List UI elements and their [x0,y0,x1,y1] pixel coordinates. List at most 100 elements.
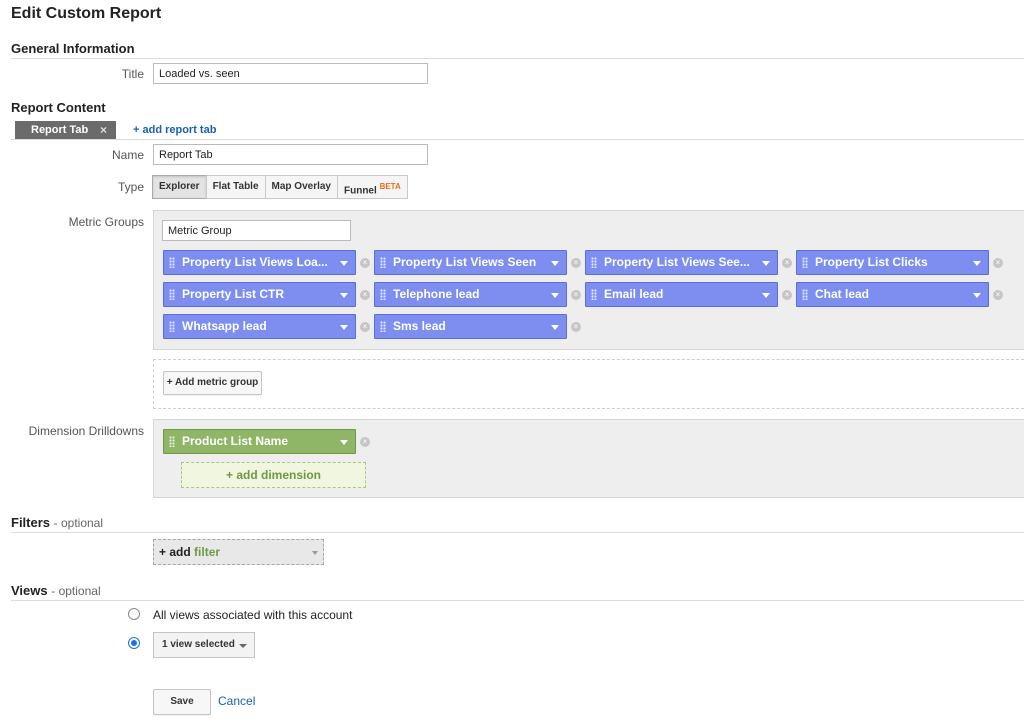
add-report-tab-link[interactable]: + add report tab [133,124,216,136]
drag-handle-icon[interactable] [169,321,175,332]
drag-handle-icon[interactable] [169,289,175,300]
chevron-down-icon[interactable] [551,261,559,266]
remove-metric-icon[interactable]: × [360,290,370,300]
chevron-down-icon [312,551,318,555]
type-funnel-button[interactable]: Funnel BETA [337,175,408,199]
metric-chip[interactable]: Property List Views Seen [374,250,567,275]
metric-label: Chat lead [815,287,870,301]
chevron-down-icon[interactable] [973,261,981,266]
type-map-overlay-button[interactable]: Map Overlay [264,175,338,199]
remove-metric-icon[interactable]: × [993,258,1003,268]
radio-all-views[interactable] [128,608,140,620]
name-label: Name [111,148,144,162]
divider [11,58,1024,59]
tab-name-input[interactable] [153,144,428,165]
close-icon[interactable]: × [100,121,107,140]
divider [11,600,1024,601]
optional-label: - optional [51,584,101,598]
radio-selected-views[interactable] [128,637,140,649]
drag-handle-icon[interactable] [380,321,386,332]
chevron-down-icon[interactable] [340,325,348,330]
metric-chip[interactable]: Property List Views See... [585,250,778,275]
remove-metric-icon[interactable]: × [571,290,581,300]
add-dimension-button[interactable]: + add dimension [181,462,366,488]
tab-label: Report Tab [31,124,89,136]
report-type-selector: Explorer Flat Table Map Overlay Funnel B… [152,175,408,199]
metric-label: Property List Views See... [604,255,750,269]
tab-report-tab[interactable]: Report Tab × [15,121,116,140]
drag-handle-icon[interactable] [591,257,597,268]
drag-handle-icon[interactable] [380,289,386,300]
views-heading: Views - optional [11,583,101,598]
metric-label: Telephone lead [393,287,480,301]
add-filter-dropdown[interactable]: + add filter [153,539,324,565]
type-label: Type [117,180,144,194]
cancel-link[interactable]: Cancel [218,694,255,708]
metric-label: Whatsapp lead [182,319,267,333]
report-content-heading: Report Content [11,100,106,115]
chevron-down-icon [239,644,247,648]
filters-heading: Filters - optional [11,515,103,530]
metric-label: Property List CTR [182,287,285,301]
remove-dimension-icon[interactable]: × [360,437,370,447]
beta-badge: BETA [379,182,401,191]
view-selector-label: 1 view selected [162,639,235,650]
drag-handle-icon[interactable] [802,257,808,268]
optional-label: - optional [53,516,104,530]
metric-label: Property List Views Seen [393,255,537,269]
metric-chip[interactable]: Email lead [585,282,778,307]
remove-metric-icon[interactable]: × [571,258,581,268]
chevron-down-icon[interactable] [340,293,348,298]
view-selector-dropdown[interactable]: 1 view selected [153,632,255,658]
dimension-drilldowns-label: Dimension Drilldowns [28,424,144,438]
dimension-chip[interactable]: Product List Name [163,429,356,454]
remove-metric-icon[interactable]: × [571,322,581,332]
remove-metric-icon[interactable]: × [993,290,1003,300]
add-filter-prefix: + add [159,545,191,559]
drag-handle-icon[interactable] [169,257,175,268]
type-explorer-button[interactable]: Explorer [152,175,207,199]
metric-chip[interactable]: Property List CTR [163,282,356,307]
chevron-down-icon[interactable] [551,293,559,298]
title-input[interactable] [153,63,428,84]
add-metric-group-button[interactable]: + Add metric group [163,371,262,395]
chevron-down-icon[interactable] [762,293,770,298]
metric-groups-label: Metric Groups [68,215,144,229]
metric-chip[interactable]: Property List Views Loa... [163,250,356,275]
type-flat-table-button[interactable]: Flat Table [205,175,266,199]
metric-label: Email lead [604,287,664,301]
metric-label: Sms lead [393,319,446,333]
title-label: Title [121,67,144,81]
metric-chip[interactable]: Sms lead [374,314,567,339]
drag-handle-icon[interactable] [802,289,808,300]
drag-handle-icon[interactable] [591,289,597,300]
views-title: Views [11,583,48,598]
funnel-label: Funnel [344,185,377,197]
general-information-heading: General Information [11,41,135,56]
remove-metric-icon[interactable]: × [360,322,370,332]
save-button[interactable]: Save [153,689,211,715]
metric-chip[interactable]: Property List Clicks [796,250,989,275]
drag-handle-icon[interactable] [380,257,386,268]
add-metric-group-area [153,359,1024,409]
metric-chip[interactable]: Whatsapp lead [163,314,356,339]
filters-title: Filters [11,515,51,530]
metric-chip[interactable]: Telephone lead [374,282,567,307]
all-views-label: All views associated with this account [153,608,353,622]
chevron-down-icon[interactable] [762,261,770,266]
page-title: Edit Custom Report [11,5,162,22]
remove-metric-icon[interactable]: × [782,290,792,300]
remove-metric-icon[interactable]: × [360,258,370,268]
chevron-down-icon[interactable] [973,293,981,298]
metric-chip[interactable]: Chat lead [796,282,989,307]
chevron-down-icon[interactable] [340,261,348,266]
divider [11,139,1024,140]
drag-handle-icon[interactable] [169,436,175,447]
metric-group-name-input[interactable] [162,220,351,241]
chevron-down-icon[interactable] [340,440,348,445]
metric-label: Property List Clicks [815,255,928,269]
add-filter-keyword: filter [194,545,221,559]
metric-label: Property List Views Loa... [182,255,328,269]
remove-metric-icon[interactable]: × [782,258,792,268]
chevron-down-icon[interactable] [551,325,559,330]
